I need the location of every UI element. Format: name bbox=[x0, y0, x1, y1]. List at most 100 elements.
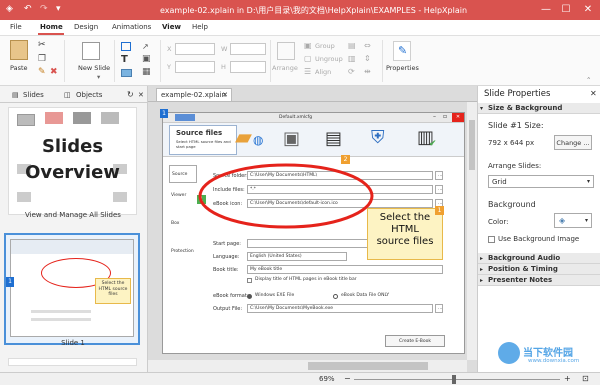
vertical-scroll-thumb[interactable] bbox=[469, 120, 475, 170]
horizontal-scroll-thumb[interactable] bbox=[308, 362, 428, 370]
properties-label[interactable]: Properties bbox=[386, 64, 419, 72]
maximize-button[interactable]: ☐ bbox=[558, 2, 574, 17]
zoom-in-icon[interactable]: + bbox=[564, 374, 571, 383]
paste-label[interactable]: Paste bbox=[10, 64, 28, 72]
new-slide-icon[interactable] bbox=[82, 42, 100, 60]
section-size-background[interactable]: ▾ Size & Background bbox=[478, 103, 600, 114]
delete-icon[interactable]: ✖ bbox=[50, 67, 58, 77]
step-badge-1[interactable]: 1 bbox=[160, 109, 168, 118]
media-icon[interactable]: ▣ bbox=[142, 54, 151, 64]
section-collapse-icon: ▾ bbox=[480, 105, 484, 112]
arrow-icon[interactable]: ↗ bbox=[142, 42, 149, 51]
cut-icon[interactable]: ✂ bbox=[38, 40, 46, 50]
change-size-button[interactable]: Change ... bbox=[554, 135, 592, 150]
h-input[interactable] bbox=[230, 61, 266, 73]
callout-box[interactable]: Select the HTML source files bbox=[367, 208, 443, 260]
flip-horizontal-icon[interactable]: ⇔ bbox=[364, 41, 371, 50]
output-file-field: C:\User\My Documents\MyeBook.exe bbox=[247, 304, 433, 313]
ungroup-icon[interactable]: ▢ bbox=[304, 54, 312, 63]
text-icon[interactable]: T bbox=[121, 54, 128, 65]
section-position-timing[interactable]: ▸ Position & Timing bbox=[478, 264, 600, 275]
align-label[interactable]: Align bbox=[315, 68, 331, 76]
use-background-image-checkbox[interactable] bbox=[488, 236, 495, 243]
rotate-icon[interactable]: ⟳ bbox=[348, 67, 355, 76]
undo-icon[interactable]: ↶ bbox=[24, 4, 32, 14]
new-slide-label[interactable]: New Slide bbox=[78, 64, 110, 72]
ungroup-label[interactable]: Ungroup bbox=[315, 55, 343, 63]
thumbnail-mini-slide bbox=[73, 112, 91, 124]
image-icon[interactable] bbox=[121, 69, 132, 77]
flip-vertical-icon[interactable]: ⇕ bbox=[364, 54, 371, 63]
ribbon-separator bbox=[114, 40, 115, 82]
slide-number-badge: 1 bbox=[6, 277, 14, 287]
tab-file[interactable]: File bbox=[10, 23, 22, 31]
slide-caption-1: Slide 1 bbox=[61, 339, 85, 347]
arrange-slides-value: Grid bbox=[492, 178, 507, 186]
close-properties-icon[interactable]: ✕ bbox=[590, 89, 597, 98]
distribute-icon[interactable]: ⇹ bbox=[364, 67, 371, 76]
quick-access-dropdown-icon[interactable]: ▾ bbox=[56, 4, 61, 14]
ribbon-tabs: File Home Design Animations View Help bbox=[0, 20, 600, 36]
group-label[interactable]: Group bbox=[315, 42, 335, 50]
minimize-button[interactable]: — bbox=[538, 2, 554, 17]
fit-to-window-icon[interactable]: ⊡ bbox=[582, 374, 589, 383]
y-input[interactable] bbox=[175, 61, 215, 73]
send-backward-icon[interactable]: ▥ bbox=[348, 54, 356, 63]
refresh-icon[interactable]: ↻ bbox=[127, 89, 134, 101]
color-picker[interactable]: ◈ ▾ bbox=[554, 213, 592, 228]
wizard-step-source: Source files Select HTML source files an… bbox=[169, 125, 237, 155]
ebook-format-label: eBook format: bbox=[213, 293, 249, 299]
section-presenter-notes-label: Presenter Notes bbox=[488, 276, 553, 284]
copy-icon[interactable]: ❐ bbox=[38, 54, 46, 64]
objects-tab-icon[interactable]: ◫ bbox=[64, 89, 71, 101]
zoom-slider-track[interactable] bbox=[354, 379, 560, 380]
close-button[interactable]: ✕ bbox=[580, 2, 596, 17]
tab-slides[interactable]: Slides bbox=[23, 89, 44, 101]
arrange-label[interactable]: Arrange bbox=[272, 64, 298, 72]
tab-home[interactable]: Home bbox=[40, 23, 63, 31]
vertical-scrollbar[interactable] bbox=[467, 102, 477, 360]
x-input[interactable] bbox=[175, 43, 215, 55]
section-background-audio[interactable]: ▸ Background Audio bbox=[478, 253, 600, 264]
document-tab[interactable]: example-02.xplain ✕ bbox=[156, 88, 232, 101]
collapse-ribbon-icon[interactable]: ⌃ bbox=[586, 76, 591, 84]
new-slide-dropdown-icon[interactable]: ▾ bbox=[97, 73, 100, 81]
bring-forward-icon[interactable]: ▤ bbox=[348, 41, 356, 50]
background-label: Background bbox=[488, 200, 536, 209]
tab-help[interactable]: Help bbox=[192, 23, 208, 31]
arrange-slides-select[interactable]: Grid ▾ bbox=[488, 175, 594, 188]
section-presenter-notes[interactable]: ▸ Presenter Notes bbox=[478, 275, 600, 286]
format-painter-icon[interactable]: ✎ bbox=[38, 67, 46, 77]
slide-thumbnail-1[interactable]: Select the HTML source files 1 bbox=[4, 233, 140, 345]
zoom-level: 69% bbox=[319, 375, 335, 383]
shape-icon[interactable] bbox=[121, 42, 131, 51]
more-shapes-icon[interactable]: ▦ bbox=[142, 67, 151, 77]
horizontal-scrollbar[interactable] bbox=[148, 360, 467, 372]
editor-area: example-02.xplain ✕ Default.xmlcfg – ▫ ✕… bbox=[148, 86, 477, 372]
document-tab-close[interactable]: ✕ bbox=[222, 89, 228, 101]
slide-thumbnail-next[interactable] bbox=[8, 358, 137, 366]
close-panel-icon[interactable]: ✕ bbox=[138, 89, 144, 101]
folder-icon: ▰ bbox=[235, 125, 252, 150]
ellipse-shape bbox=[198, 163, 374, 229]
tab-design[interactable]: Design bbox=[74, 23, 98, 31]
format-exe-label: Windows EXE File bbox=[255, 293, 295, 298]
group-icon[interactable]: ▣ bbox=[304, 41, 312, 50]
paste-icon[interactable] bbox=[10, 40, 28, 60]
tab-view[interactable]: View bbox=[162, 23, 181, 31]
zoom-slider-thumb[interactable] bbox=[452, 375, 456, 384]
tab-animations[interactable]: Animations bbox=[112, 23, 151, 31]
properties-icon-box[interactable]: ✎ bbox=[393, 41, 411, 61]
zoom-out-icon[interactable]: − bbox=[344, 374, 351, 383]
redo-icon[interactable]: ↷ bbox=[40, 4, 48, 14]
slide-thumbnail-overview[interactable]: Slides Overview bbox=[8, 107, 137, 215]
w-input[interactable] bbox=[230, 43, 266, 55]
align-icon[interactable]: ☰ bbox=[304, 67, 311, 76]
arrange-icon[interactable] bbox=[277, 42, 295, 60]
tab-objects[interactable]: Objects bbox=[76, 89, 102, 101]
slide-canvas[interactable]: Default.xmlcfg – ▫ ✕ 1 Source files Sele… bbox=[160, 109, 465, 354]
highlight-ellipse[interactable] bbox=[195, 161, 377, 231]
use-background-image-label: Use Background Image bbox=[498, 235, 580, 243]
slides-tab-icon[interactable]: ▤ bbox=[12, 89, 19, 101]
tab-divider bbox=[148, 101, 477, 102]
